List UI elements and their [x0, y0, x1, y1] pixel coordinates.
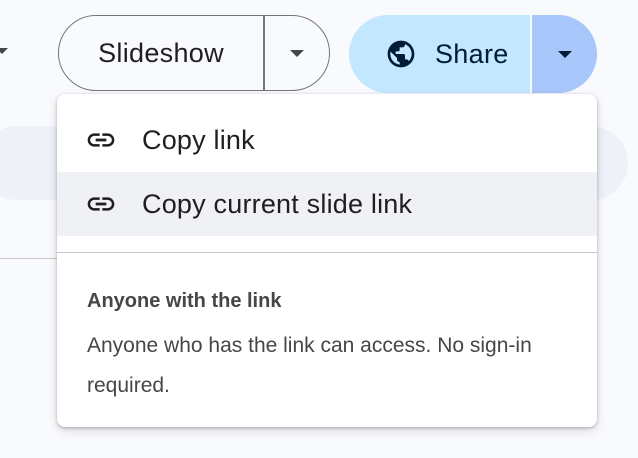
share-split-button: Share [349, 15, 597, 93]
menu-item-label: Copy link [142, 124, 255, 155]
menu-item-copy-current-slide-link[interactable]: Copy current slide link [57, 172, 597, 236]
chevron-down-icon[interactable] [0, 48, 8, 54]
link-icon [85, 124, 117, 156]
menu-item-label: Copy current slide link [142, 188, 413, 219]
link-access-title: Anyone with the link [87, 290, 282, 312]
share-options-button[interactable] [532, 15, 597, 93]
slideshow-options-button[interactable] [265, 16, 330, 90]
menu-divider [57, 252, 597, 253]
chevron-down-icon [289, 49, 304, 57]
share-dropdown-menu: Copy link Copy current slide link Anyone… [57, 94, 597, 427]
slideshow-split-button: Slideshow [58, 15, 330, 91]
share-button[interactable]: Share [349, 15, 530, 93]
globe-icon [387, 40, 415, 68]
share-label: Share [435, 38, 509, 69]
menu-item-copy-link[interactable]: Copy link [57, 108, 597, 172]
slideshow-button[interactable]: Slideshow [59, 16, 263, 90]
link-icon [85, 188, 117, 220]
app-stage: Slideshow Share Copy link Copy current s… [0, 0, 638, 458]
link-access-description: Anyone who has the link can access. No s… [87, 334, 532, 397]
chevron-down-icon [557, 50, 572, 58]
